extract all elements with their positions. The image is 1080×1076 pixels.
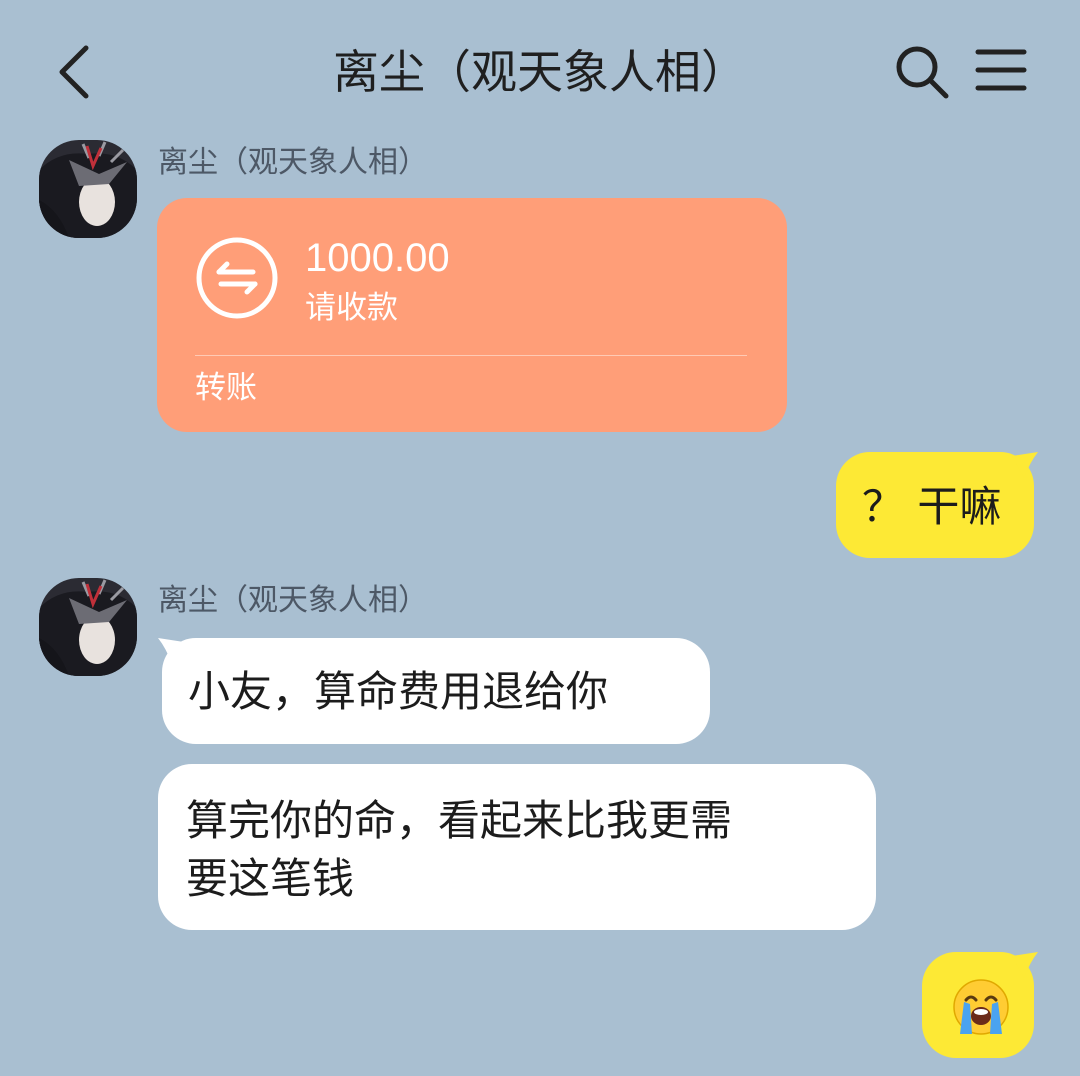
chat-screen: 离尘（观天象人相） 离尘（观天象人相） 1000.00 请收款 转账 ？ 干嘛 … xyxy=(0,0,1080,1076)
avatar[interactable] xyxy=(39,140,137,238)
chat-title: 离尘（观天象人相） xyxy=(333,45,747,99)
message-text: 小友，算命费用退给你 xyxy=(188,667,609,716)
transfer-card[interactable]: 1000.00 请收款 转账 xyxy=(157,198,787,432)
transfer-status: 请收款 xyxy=(305,290,398,326)
chat-header: 离尘（观天象人相） xyxy=(0,0,1080,140)
transfer-amount: 1000.00 xyxy=(305,236,450,280)
message-text-line: 算完你的命，看起来比我更需 xyxy=(186,796,733,845)
message-text: ？ 干嘛 xyxy=(862,482,1002,531)
sender-name: 离尘（观天象人相） xyxy=(158,145,428,180)
loudly-crying-face-icon xyxy=(953,979,1009,1035)
chevron-left-icon xyxy=(59,45,89,99)
transfer-type-label: 转账 xyxy=(195,370,257,406)
menu-button[interactable] xyxy=(974,46,1028,100)
back-button[interactable] xyxy=(50,40,110,104)
divider xyxy=(195,355,747,356)
message-text-line: 要这笔钱 xyxy=(186,854,355,903)
bubble-tail xyxy=(1012,452,1038,478)
avatar-image xyxy=(39,578,137,676)
search-button[interactable] xyxy=(892,42,952,102)
message-bubble-outgoing[interactable] xyxy=(922,952,1038,1058)
sender-name: 离尘（观天象人相） xyxy=(158,583,428,618)
menu-icon xyxy=(975,49,1027,91)
search-icon xyxy=(896,46,949,99)
bubble-tail xyxy=(1012,952,1038,978)
message-bubble-incoming[interactable]: 小友，算命费用退给你 xyxy=(158,638,710,744)
message-bubble-incoming[interactable]: 算完你的命，看起来比我更需 要这笔钱 xyxy=(158,764,876,930)
avatar[interactable] xyxy=(39,578,137,676)
message-bubble-outgoing[interactable]: ？ 干嘛 xyxy=(836,452,1038,558)
bubble-tail xyxy=(158,638,184,664)
avatar-image xyxy=(39,140,137,238)
transfer-icon xyxy=(196,237,278,319)
